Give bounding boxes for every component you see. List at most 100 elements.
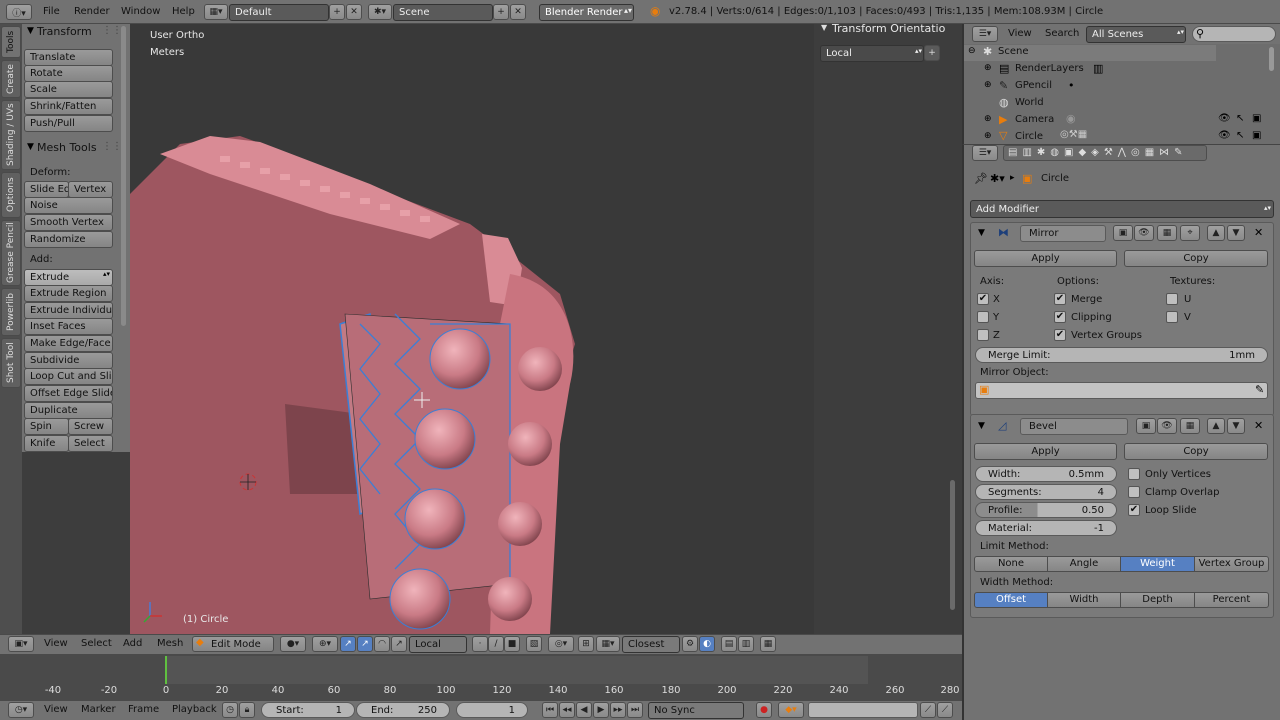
bevel-show-viewport-icon[interactable]: 👁︎ xyxy=(1157,418,1177,434)
outliner-item-camera[interactable]: Camera xyxy=(1015,114,1054,125)
outliner-item-circle[interactable]: Circle xyxy=(1015,131,1043,142)
layout-add-icon[interactable]: + xyxy=(329,4,345,20)
merge-checkbox[interactable]: ✔ xyxy=(1054,293,1066,305)
expand-icon[interactable]: ⊕ xyxy=(984,63,992,73)
inset-faces-button[interactable]: Inset Faces xyxy=(24,318,113,335)
only-vertices-checkbox[interactable] xyxy=(1128,468,1140,480)
extrude-individual-button[interactable]: Extrude Individual xyxy=(24,302,113,319)
bevel-width-field[interactable]: Width: 0.5mm xyxy=(975,466,1117,482)
outliner-item-gpencil[interactable]: GPencil xyxy=(1015,80,1052,91)
edge-select-icon[interactable]: / xyxy=(488,636,504,652)
axis-z-checkbox[interactable] xyxy=(977,329,989,341)
jump-keyframe-forward-icon[interactable]: ▸▸ xyxy=(610,702,626,718)
clamp-overlap-checkbox[interactable] xyxy=(1128,486,1140,498)
selectable-cursor-icon[interactable]: ↖ xyxy=(1236,113,1244,124)
tab-shading-uvs[interactable]: Shading / UVs xyxy=(1,100,21,170)
mirror-on-cage-icon[interactable]: ⌖ xyxy=(1180,225,1200,241)
orientation-selector[interactable]: Local xyxy=(820,45,924,62)
noise-button[interactable]: Noise xyxy=(24,197,113,214)
bevel-show-render-icon[interactable]: ▣ xyxy=(1136,418,1156,434)
mirror-show-viewport-icon[interactable]: 👁︎ xyxy=(1134,225,1154,241)
mirror-remove-icon[interactable]: ✕ xyxy=(1254,226,1263,239)
record-icon[interactable]: ● xyxy=(756,702,772,718)
outliner-search-input[interactable] xyxy=(1192,26,1276,42)
mirror-name-field[interactable]: Mirror xyxy=(1020,225,1106,242)
jump-keyframe-back-icon[interactable]: ◂◂ xyxy=(559,702,575,718)
menu-window[interactable]: Window xyxy=(121,6,160,17)
limit-selection-icon[interactable]: ▧ xyxy=(526,636,542,652)
push-pull-button[interactable]: Push/Pull xyxy=(24,115,113,132)
timeline-menu-marker[interactable]: Marker xyxy=(81,704,116,715)
rotate-button[interactable]: Rotate xyxy=(24,65,113,82)
play-icon[interactable]: ▶ xyxy=(593,702,609,718)
current-frame-field[interactable]: 1 xyxy=(456,702,528,718)
vertex-groups-checkbox[interactable]: ✔ xyxy=(1054,329,1066,341)
bevel-profile-slider[interactable]: Profile: 0.50 xyxy=(975,502,1117,518)
outliner-item-world[interactable]: World xyxy=(1015,97,1044,108)
expand-icon[interactable]: ⊖ xyxy=(968,46,976,56)
tool-shelf-scrollbar[interactable] xyxy=(121,26,126,326)
expand-icon[interactable]: ⊕ xyxy=(984,80,992,90)
outliner-item-renderlayers[interactable]: RenderLayers xyxy=(1015,63,1084,74)
timeline-menu-view[interactable]: View xyxy=(44,704,68,715)
spin-button[interactable]: Spin xyxy=(24,418,69,435)
timeline-menu-playback[interactable]: Playback xyxy=(172,704,217,715)
keying-set-icon[interactable]: ◆▾ xyxy=(778,702,804,718)
visibility-eye-icon[interactable]: 👁︎ xyxy=(1218,130,1231,141)
mirror-show-render-icon[interactable]: ▣ xyxy=(1113,225,1133,241)
bevel-move-down-icon[interactable]: ▼ xyxy=(1227,418,1245,434)
vertex-select-icon[interactable]: ⋅ xyxy=(472,636,488,652)
tab-powerlib[interactable]: Powerlib xyxy=(1,288,21,336)
bevel-collapse-icon[interactable]: ▼ xyxy=(978,421,985,431)
tab-tools[interactable]: Tools xyxy=(1,26,21,58)
pivot-selector[interactable]: ⊕▾ xyxy=(312,636,338,652)
clipping-checkbox[interactable]: ✔ xyxy=(1054,311,1066,323)
bevel-segments-field[interactable]: Segments: 4 xyxy=(975,484,1117,500)
randomize-button[interactable]: Randomize xyxy=(24,231,113,248)
eyedropper-icon[interactable]: ✎ xyxy=(1255,383,1264,396)
mirror-object-field[interactable] xyxy=(975,382,1268,399)
limit-method-none[interactable]: None xyxy=(974,556,1048,572)
play-reverse-icon[interactable]: ◀ xyxy=(576,702,592,718)
scene-add-icon[interactable]: + xyxy=(493,4,509,20)
slide-vertex-button[interactable]: Vertex xyxy=(68,181,113,198)
outliner-filter-selector[interactable]: All Scenes xyxy=(1086,26,1186,43)
expand-icon[interactable]: ⊕ xyxy=(984,131,992,141)
outliner-menu-view[interactable]: View xyxy=(1008,28,1032,39)
delete-keyframe-icon[interactable]: ⟋ xyxy=(937,702,953,718)
scale-button[interactable]: Scale xyxy=(24,81,113,98)
view3d-menu-select[interactable]: Select xyxy=(81,638,112,649)
renderable-camera-icon[interactable]: ▣ xyxy=(1252,130,1261,141)
snap-project-icon[interactable]: ◐ xyxy=(699,636,715,652)
selectable-cursor-icon[interactable]: ↖ xyxy=(1236,130,1244,141)
mirror-apply-button[interactable]: Apply xyxy=(974,250,1117,267)
menu-render[interactable]: Render xyxy=(74,6,110,17)
bevel-material-field[interactable]: Material: -1 xyxy=(975,520,1117,536)
menu-help[interactable]: Help xyxy=(172,6,195,17)
outliner-menu-search[interactable]: Search xyxy=(1045,28,1079,39)
limit-method-angle[interactable]: Angle xyxy=(1047,556,1121,572)
render-engine-selector[interactable]: Blender Render xyxy=(539,4,634,21)
knife-button[interactable]: Knife xyxy=(24,435,69,452)
width-method-offset[interactable]: Offset xyxy=(974,592,1048,608)
add-orientation-icon[interactable]: + xyxy=(924,45,940,61)
visibility-eye-icon[interactable]: 👁︎ xyxy=(1218,113,1231,124)
outliner-scrollbar[interactable] xyxy=(1269,47,1274,71)
translate-manipulator-icon[interactable]: ↗ xyxy=(357,636,373,652)
properties-editor-type-button[interactable]: ☰▾ xyxy=(972,145,998,161)
snap-toggle-icon[interactable]: ⊞ xyxy=(578,636,594,652)
view3d-editor-type-button[interactable]: ▣▾ xyxy=(8,636,34,652)
screw-button[interactable]: Screw xyxy=(68,418,113,435)
proportional-edit-icon[interactable]: ◎▾ xyxy=(548,636,574,652)
tab-create[interactable]: Create xyxy=(1,60,21,98)
scene-close-icon[interactable]: ✕ xyxy=(510,4,526,20)
mirror-move-down-icon[interactable]: ▼ xyxy=(1227,225,1245,241)
mirror-copy-button[interactable]: Copy xyxy=(1124,250,1268,267)
width-method-depth[interactable]: Depth xyxy=(1120,592,1195,608)
mirror-collapse-icon[interactable]: ▼ xyxy=(978,228,985,238)
sync-mode-selector[interactable]: No Sync xyxy=(648,702,744,719)
offset-edge-slide-button[interactable]: Offset Edge Slide xyxy=(24,385,113,402)
texture-v-checkbox[interactable] xyxy=(1166,311,1178,323)
outliner-item-scene[interactable]: Scene xyxy=(998,46,1029,57)
rotate-manipulator-icon[interactable]: ◠ xyxy=(374,636,390,652)
